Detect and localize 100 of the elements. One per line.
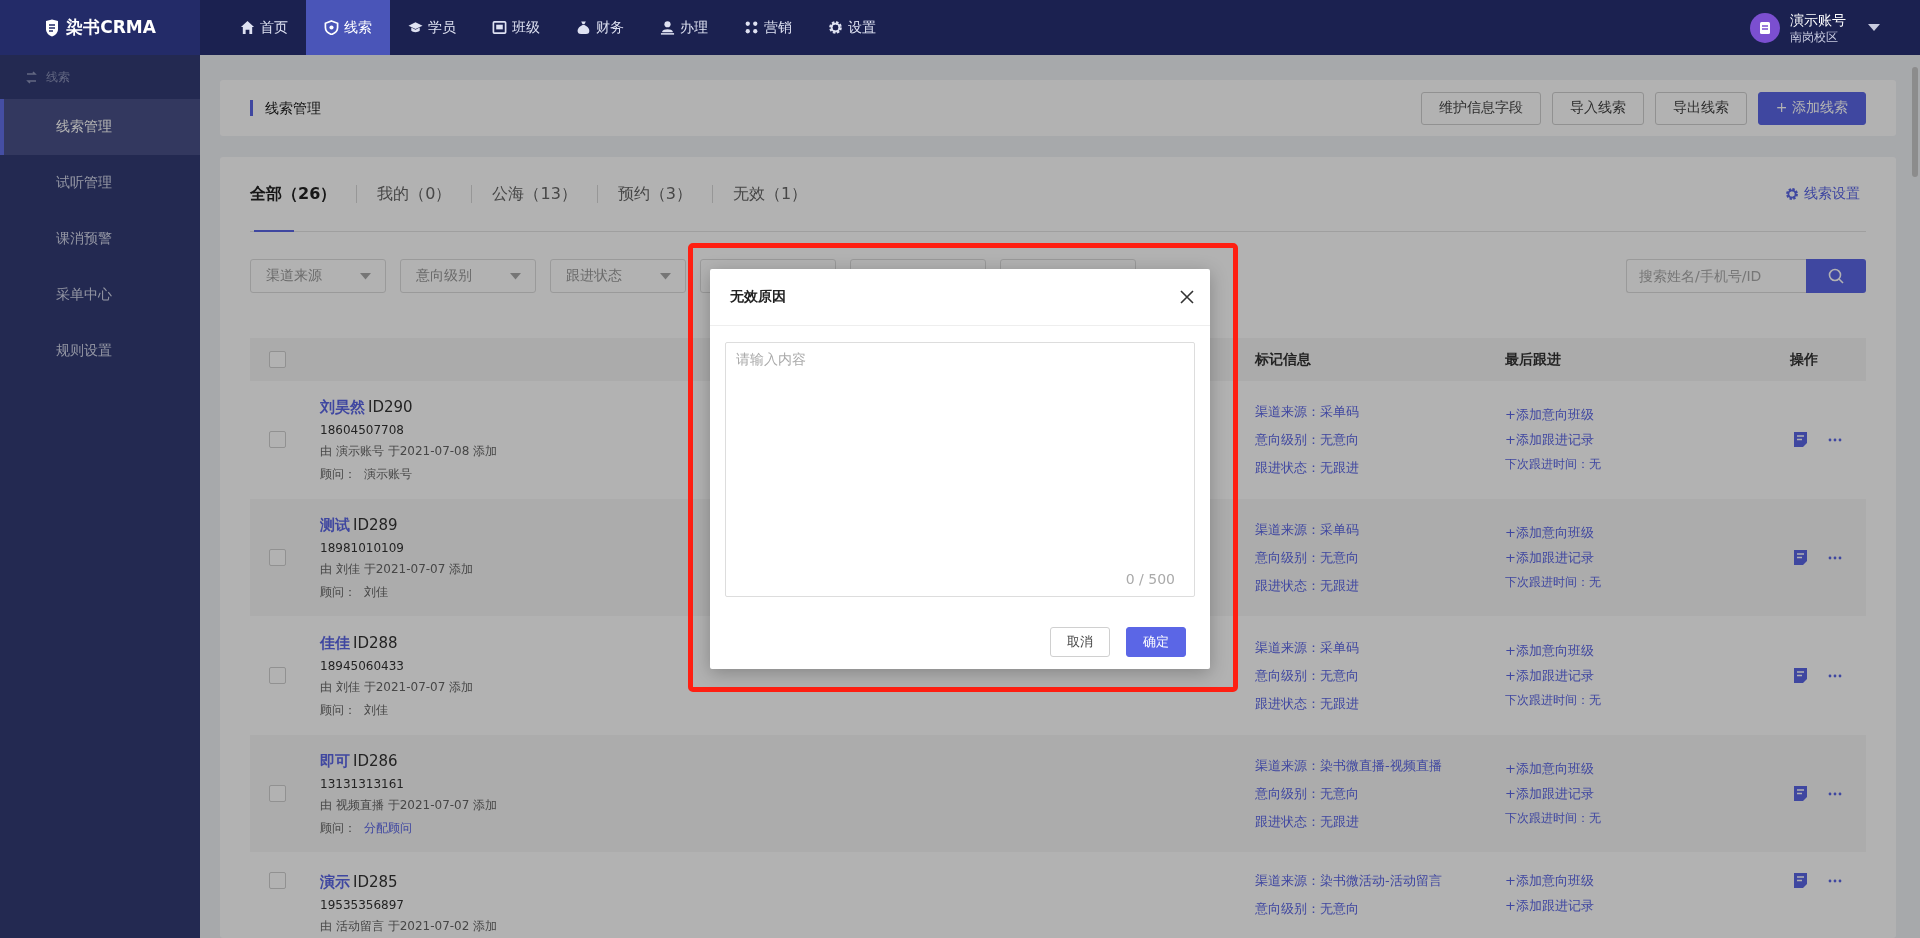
close-icon[interactable] bbox=[1180, 290, 1194, 304]
row-checkbox[interactable] bbox=[269, 872, 286, 889]
advisor-label: 顾问： bbox=[320, 819, 356, 837]
row-checkbox[interactable] bbox=[269, 667, 286, 684]
caret-icon bbox=[510, 272, 521, 280]
lead-name[interactable]: 测试 bbox=[320, 515, 350, 534]
dots-grid-icon bbox=[744, 20, 759, 35]
more-icon[interactable] bbox=[1828, 673, 1842, 678]
filter-dropdown[interactable]: 渠道来源 bbox=[250, 259, 386, 293]
lead-name[interactable]: 演示 bbox=[320, 873, 350, 891]
row-checkbox[interactable] bbox=[269, 431, 286, 448]
note-icon[interactable] bbox=[1793, 431, 1808, 448]
select-all-checkbox[interactable] bbox=[269, 351, 286, 368]
tag-info-text: 渠道来源：采单码 bbox=[1255, 520, 1360, 539]
advisor-label: 顾问： bbox=[320, 465, 356, 483]
caret-icon bbox=[360, 272, 371, 280]
header-button[interactable]: + 添加线索 bbox=[1757, 91, 1866, 125]
follow-up-link[interactable]: +添加意向班级 bbox=[1505, 872, 1735, 890]
caret-icon bbox=[660, 272, 671, 280]
sidebar-item[interactable]: 试听管理 bbox=[0, 155, 200, 211]
sidebar-item[interactable]: 课消预警 bbox=[0, 211, 200, 267]
filter-tab[interactable]: 我的（0） bbox=[377, 157, 452, 231]
column-header: 操作 bbox=[1790, 350, 1818, 367]
added-by-text: 由 活动留言 于2021-07-02 添加 bbox=[320, 918, 499, 935]
filter-dropdown[interactable]: 跟进状态 bbox=[550, 259, 686, 293]
more-icon[interactable] bbox=[1828, 555, 1842, 560]
nav-tab[interactable]: 学员 bbox=[390, 0, 474, 55]
nav-tab[interactable]: 财务 bbox=[558, 0, 642, 55]
nav-tab[interactable]: 班级 bbox=[474, 0, 558, 55]
tag-info-text: 渠道来源：采单码 bbox=[1255, 638, 1360, 657]
search-field[interactable]: 搜索姓名/手机号/ID bbox=[1626, 259, 1806, 293]
header-button[interactable]: 维护信息字段 bbox=[1420, 91, 1541, 125]
assign-advisor-link[interactable]: 分配顾问 bbox=[364, 819, 412, 837]
sidebar-item[interactable]: 线索管理 bbox=[0, 99, 200, 155]
dialog-button[interactable]: 确定 bbox=[1126, 627, 1186, 657]
lead-id: ID288 bbox=[353, 633, 398, 652]
filter-tab[interactable]: 公海（13） bbox=[492, 157, 577, 231]
advisor-label: 顾问： bbox=[320, 701, 356, 719]
search-button[interactable] bbox=[1806, 259, 1866, 293]
lead-id: ID285 bbox=[353, 873, 398, 891]
follow-up-link[interactable]: +添加跟进记录 bbox=[1505, 897, 1735, 915]
note-icon[interactable] bbox=[1793, 549, 1808, 566]
follow-up-link[interactable]: +添加跟进记录 bbox=[1505, 549, 1735, 567]
shield-icon bbox=[324, 20, 339, 35]
graduation-cap-icon bbox=[408, 20, 423, 35]
nav-tab[interactable]: 办理 bbox=[642, 0, 726, 55]
follow-up-link[interactable]: +添加意向班级 bbox=[1505, 406, 1735, 424]
column-header: 标记信息 bbox=[1255, 350, 1312, 369]
follow-up-link[interactable]: +添加跟进记录 bbox=[1505, 785, 1735, 803]
follow-up-link[interactable]: +添加意向班级 bbox=[1505, 642, 1735, 660]
follow-up-link[interactable]: +添加跟进记录 bbox=[1505, 431, 1735, 449]
money-bag-icon bbox=[576, 20, 591, 35]
next-follow-up-text: 下次跟进时间：无 bbox=[1505, 456, 1602, 473]
column-header: 最后跟进 bbox=[1505, 350, 1562, 369]
tag-info-text: 意向级别：无意向 bbox=[1255, 666, 1360, 685]
tag-info-text: 跟进状态：无跟进 bbox=[1255, 576, 1360, 595]
filter-tab[interactable]: 全部（26） bbox=[250, 157, 337, 231]
sidebar-item[interactable]: 采单中心 bbox=[0, 267, 200, 323]
filter-tab[interactable]: 预约（3） bbox=[617, 157, 692, 231]
advisor-name: 演示账号 bbox=[364, 465, 412, 483]
switch-icon bbox=[25, 70, 38, 84]
lead-phone: 18945060433 bbox=[320, 658, 405, 673]
note-icon[interactable] bbox=[1793, 872, 1808, 889]
header-button[interactable]: 导入线索 bbox=[1551, 91, 1644, 125]
row-checkbox[interactable] bbox=[269, 785, 286, 802]
added-by-text: 由 视频直播 于2021-07-07 添加 bbox=[320, 796, 499, 814]
house-icon bbox=[240, 20, 255, 35]
lead-name[interactable]: 刘昊然 bbox=[320, 397, 365, 416]
filter-dropdown[interactable]: 意向级别 bbox=[400, 259, 536, 293]
follow-up-link[interactable]: +添加跟进记录 bbox=[1505, 667, 1735, 685]
filter-tab[interactable]: 无效（1） bbox=[733, 157, 808, 231]
nav-tab[interactable]: 首页 bbox=[222, 0, 306, 55]
lead-id: ID286 bbox=[353, 751, 398, 770]
header-button[interactable]: 导出线索 bbox=[1654, 91, 1747, 125]
avatar-icon[interactable] bbox=[1750, 12, 1780, 43]
follow-up-link[interactable]: +添加意向班级 bbox=[1505, 524, 1735, 542]
dialog-button[interactable]: 取消 bbox=[1050, 627, 1110, 657]
nav-tab[interactable]: 设置 bbox=[810, 0, 894, 55]
more-icon[interactable] bbox=[1828, 878, 1842, 883]
nav-tab[interactable]: 线索 bbox=[306, 0, 390, 55]
lead-name[interactable]: 即可 bbox=[320, 751, 350, 770]
lead-phone: 18604507708 bbox=[320, 422, 405, 437]
caret-icon[interactable] bbox=[1868, 23, 1880, 32]
user-name: 演示账号 bbox=[1790, 10, 1846, 29]
board-icon bbox=[492, 20, 507, 35]
note-icon[interactable] bbox=[1793, 667, 1808, 684]
lead-name[interactable]: 佳佳 bbox=[320, 633, 350, 652]
next-follow-up-text: 下次跟进时间：无 bbox=[1505, 692, 1602, 709]
lead-id: ID289 bbox=[353, 515, 398, 534]
tag-info-text: 跟进状态：无跟进 bbox=[1255, 458, 1360, 477]
note-icon[interactable] bbox=[1793, 785, 1808, 802]
scrollbar-thumb[interactable] bbox=[1912, 67, 1918, 177]
follow-up-link[interactable]: +添加意向班级 bbox=[1505, 760, 1735, 778]
tag-info-text: 渠道来源：采单码 bbox=[1255, 402, 1360, 421]
settings-link[interactable]: 线索设置 bbox=[1779, 184, 1866, 204]
sidebar-item[interactable]: 规则设置 bbox=[0, 323, 200, 379]
nav-tab[interactable]: 营销 bbox=[726, 0, 810, 55]
more-icon[interactable] bbox=[1828, 791, 1842, 796]
more-icon[interactable] bbox=[1828, 437, 1842, 442]
row-checkbox[interactable] bbox=[269, 549, 286, 566]
